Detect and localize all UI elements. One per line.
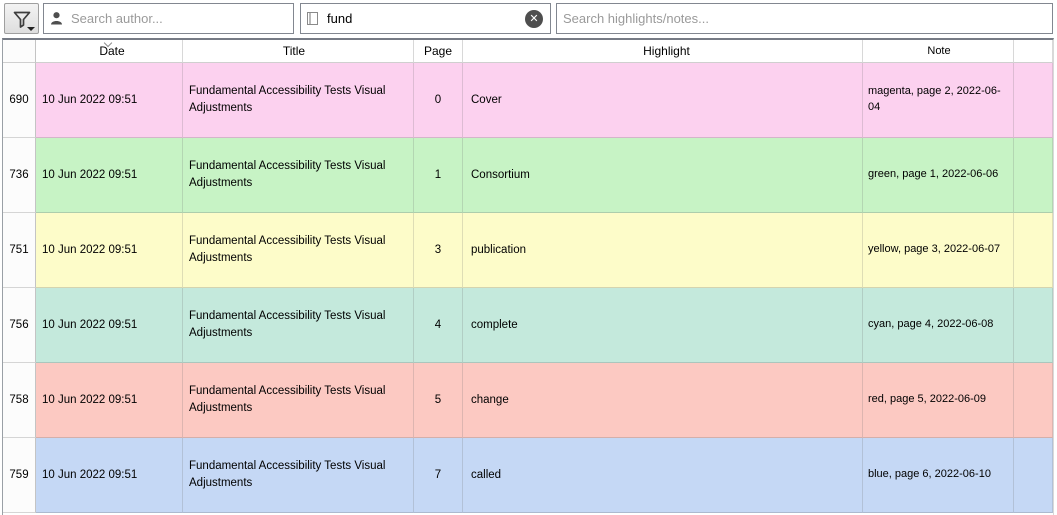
sort-chevron-icon (104, 39, 112, 47)
highlight-cell[interactable]: called (463, 438, 863, 513)
table-row[interactable]: 690 10 Jun 2022 09:51 Fundamental Access… (3, 63, 1053, 138)
search-highlights-notes-input[interactable] (556, 3, 1053, 34)
note-cell[interactable]: magenta, page 2, 2022-06-04 (863, 63, 1014, 138)
row-number-cell: 736 (3, 138, 36, 213)
date-cell[interactable]: 10 Jun 2022 09:51 (36, 438, 183, 513)
title-cell[interactable]: Fundamental Accessibility Tests Visual A… (183, 138, 414, 213)
table-row[interactable]: 751 10 Jun 2022 09:51 Fundamental Access… (3, 213, 1053, 288)
title-cell[interactable]: Fundamental Accessibility Tests Visual A… (183, 438, 414, 513)
column-header-empty (1014, 40, 1053, 63)
column-header-title[interactable]: Title (183, 40, 414, 63)
date-cell[interactable]: 10 Jun 2022 09:51 (36, 363, 183, 438)
note-cell[interactable]: red, page 5, 2022-06-09 (863, 363, 1014, 438)
table-row[interactable]: 759 10 Jun 2022 09:51 Fundamental Access… (3, 438, 1053, 513)
date-cell[interactable]: 10 Jun 2022 09:51 (36, 63, 183, 138)
column-header-label: Note (927, 45, 951, 57)
highlight-cell[interactable]: Consortium (463, 138, 863, 213)
page-cell[interactable]: 5 (414, 363, 463, 438)
column-header-label: Title (282, 44, 306, 58)
table-row[interactable]: 736 10 Jun 2022 09:51 Fundamental Access… (3, 138, 1053, 213)
circle-x-clear-icon[interactable]: ✕ (525, 10, 543, 28)
row-number-cell: 751 (3, 213, 36, 288)
date-cell[interactable]: 10 Jun 2022 09:51 (36, 288, 183, 363)
table-row[interactable]: 756 10 Jun 2022 09:51 Fundamental Access… (3, 288, 1053, 363)
empty-cell[interactable] (1014, 138, 1053, 213)
note-cell[interactable]: green, page 1, 2022-06-06 (863, 138, 1014, 213)
page-cell[interactable]: 4 (414, 288, 463, 363)
date-cell[interactable]: 10 Jun 2022 09:51 (36, 213, 183, 288)
table-body: 690 10 Jun 2022 09:51 Fundamental Access… (3, 63, 1053, 513)
title-cell[interactable]: Fundamental Accessibility Tests Visual A… (183, 213, 414, 288)
filter-button[interactable] (4, 3, 39, 34)
toolbar: ✕ (0, 0, 1057, 38)
date-cell[interactable]: 10 Jun 2022 09:51 (36, 138, 183, 213)
column-header-label: Page (423, 44, 453, 58)
column-header-highlight[interactable]: Highlight (463, 40, 863, 63)
row-number-cell: 756 (3, 288, 36, 363)
title-cell[interactable]: Fundamental Accessibility Tests Visual A… (183, 288, 414, 363)
highlights-table: Date Title Page Highlight Note 690 10 Ju… (2, 38, 1054, 515)
page-cell[interactable]: 3 (414, 213, 463, 288)
column-header-date[interactable]: Date (36, 40, 183, 63)
page-cell[interactable]: 0 (414, 63, 463, 138)
row-number-cell: 690 (3, 63, 36, 138)
note-cell[interactable]: cyan, page 4, 2022-06-08 (863, 288, 1014, 363)
empty-cell[interactable] (1014, 213, 1053, 288)
highlight-cell[interactable]: Cover (463, 63, 863, 138)
table-row[interactable]: 758 10 Jun 2022 09:51 Fundamental Access… (3, 363, 1053, 438)
highlight-cell[interactable]: complete (463, 288, 863, 363)
page-cell[interactable]: 1 (414, 138, 463, 213)
empty-cell[interactable] (1014, 63, 1053, 138)
caret-down-icon (27, 27, 35, 31)
search-book-input[interactable] (300, 3, 551, 34)
table-header-row: Date Title Page Highlight Note (3, 40, 1053, 63)
title-cell[interactable]: Fundamental Accessibility Tests Visual A… (183, 363, 414, 438)
highlight-cell[interactable]: change (463, 363, 863, 438)
empty-cell[interactable] (1014, 288, 1053, 363)
empty-cell[interactable] (1014, 363, 1053, 438)
page-cell[interactable]: 7 (414, 438, 463, 513)
column-header-label: Highlight (643, 44, 690, 58)
corner-header-cell (3, 40, 36, 63)
column-header-note[interactable]: Note (863, 40, 1014, 63)
note-cell[interactable]: yellow, page 3, 2022-06-07 (863, 213, 1014, 288)
title-cell[interactable]: Fundamental Accessibility Tests Visual A… (183, 63, 414, 138)
row-number-cell: 759 (3, 438, 36, 513)
row-number-cell: 758 (3, 363, 36, 438)
search-author-input[interactable] (43, 3, 294, 34)
column-header-page[interactable]: Page (414, 40, 463, 63)
empty-cell[interactable] (1014, 438, 1053, 513)
highlight-cell[interactable]: publication (463, 213, 863, 288)
note-cell[interactable]: blue, page 6, 2022-06-10 (863, 438, 1014, 513)
